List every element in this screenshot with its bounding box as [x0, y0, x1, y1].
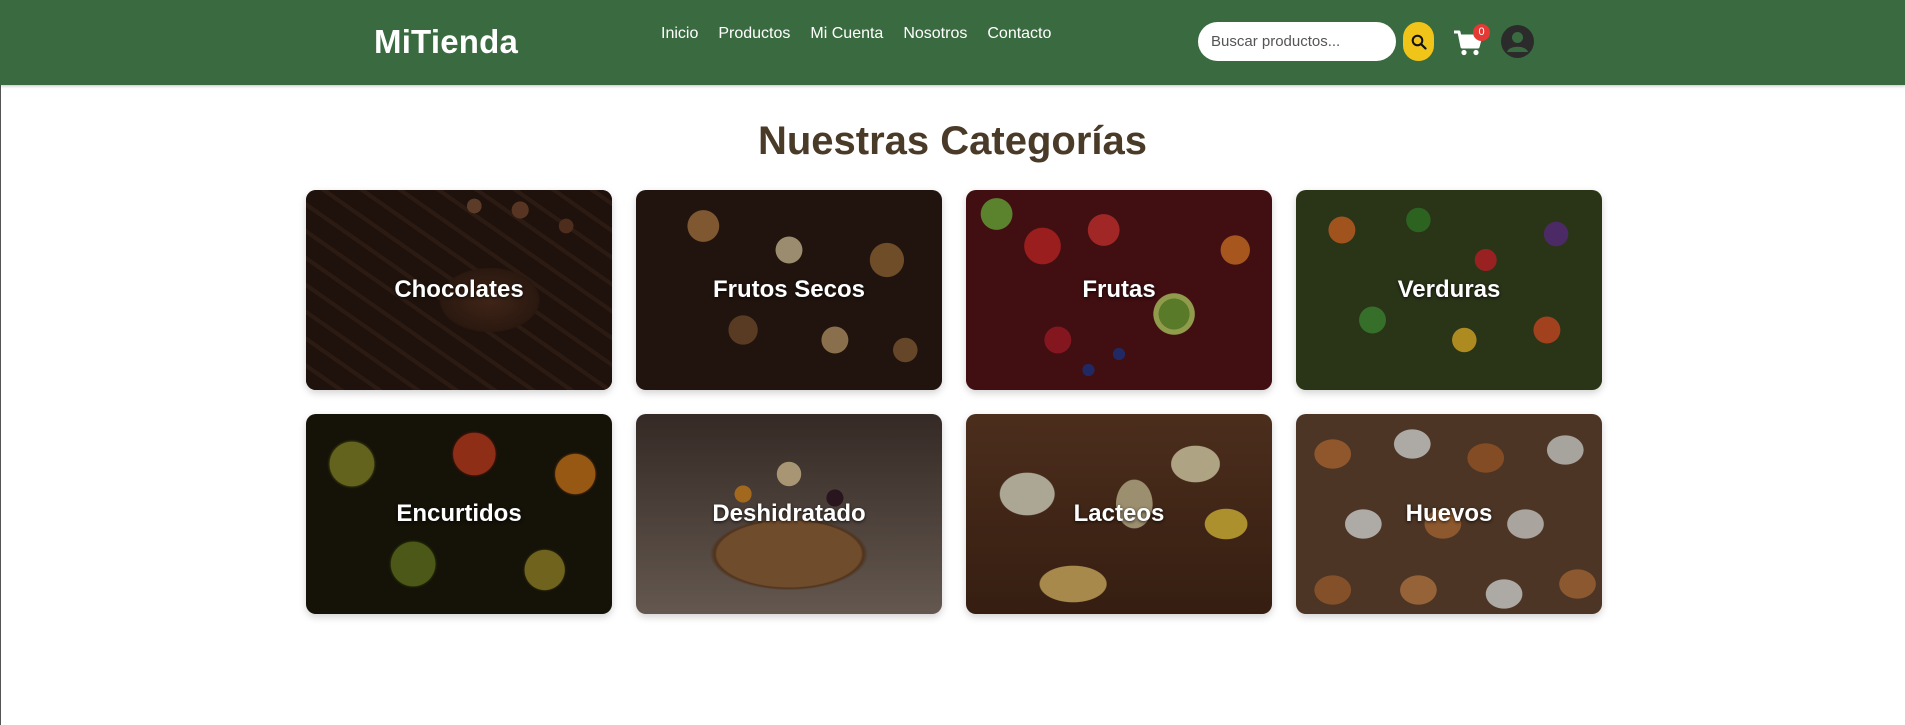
category-label: Frutos Secos	[712, 276, 866, 303]
category-card-deshidratado[interactable]: Deshidratado	[636, 414, 942, 614]
category-card-frutos-secos[interactable]: Frutos Secos	[636, 190, 942, 390]
nav-link-productos[interactable]: Productos	[718, 24, 790, 44]
nav-link-nosotros[interactable]: Nosotros	[903, 24, 967, 44]
search-input[interactable]	[1198, 22, 1396, 61]
page-title: Nuestras Categorías	[757, 119, 1148, 163]
category-card-chocolates[interactable]: Chocolates	[306, 190, 612, 390]
nav-link-mi-cuenta[interactable]: Mi Cuenta	[810, 24, 883, 44]
category-card-verduras[interactable]: Verduras	[1296, 190, 1602, 390]
cart-count-badge: 0	[1473, 24, 1490, 41]
search-icon	[1411, 34, 1427, 50]
brand-logo[interactable]: MiTienda	[374, 23, 518, 61]
category-card-encurtidos[interactable]: Encurtidos	[306, 414, 612, 614]
window-left-edge	[0, 0, 1, 725]
main-nav: Inicio Productos Mi Cuenta Nosotros Cont…	[661, 24, 1051, 44]
category-label: Huevos	[1405, 500, 1493, 527]
category-card-lacteos[interactable]: Lacteos	[966, 414, 1272, 614]
category-label: Chocolates	[394, 276, 524, 303]
nav-link-inicio[interactable]: Inicio	[661, 24, 698, 44]
search-button[interactable]	[1403, 22, 1434, 61]
top-navbar: MiTienda Inicio Productos Mi Cuenta Noso…	[0, 0, 1905, 85]
category-label: Deshidratado	[712, 500, 866, 527]
category-card-frutas[interactable]: Frutas	[966, 190, 1272, 390]
category-label: Frutas	[1082, 276, 1156, 303]
category-card-huevos[interactable]: Huevos	[1296, 414, 1602, 614]
category-label: Encurtidos	[396, 500, 522, 527]
category-label: Verduras	[1397, 276, 1501, 303]
category-label: Lacteos	[1073, 500, 1165, 527]
user-avatar-icon[interactable]	[1501, 25, 1534, 58]
nav-link-contacto[interactable]: Contacto	[987, 24, 1051, 44]
